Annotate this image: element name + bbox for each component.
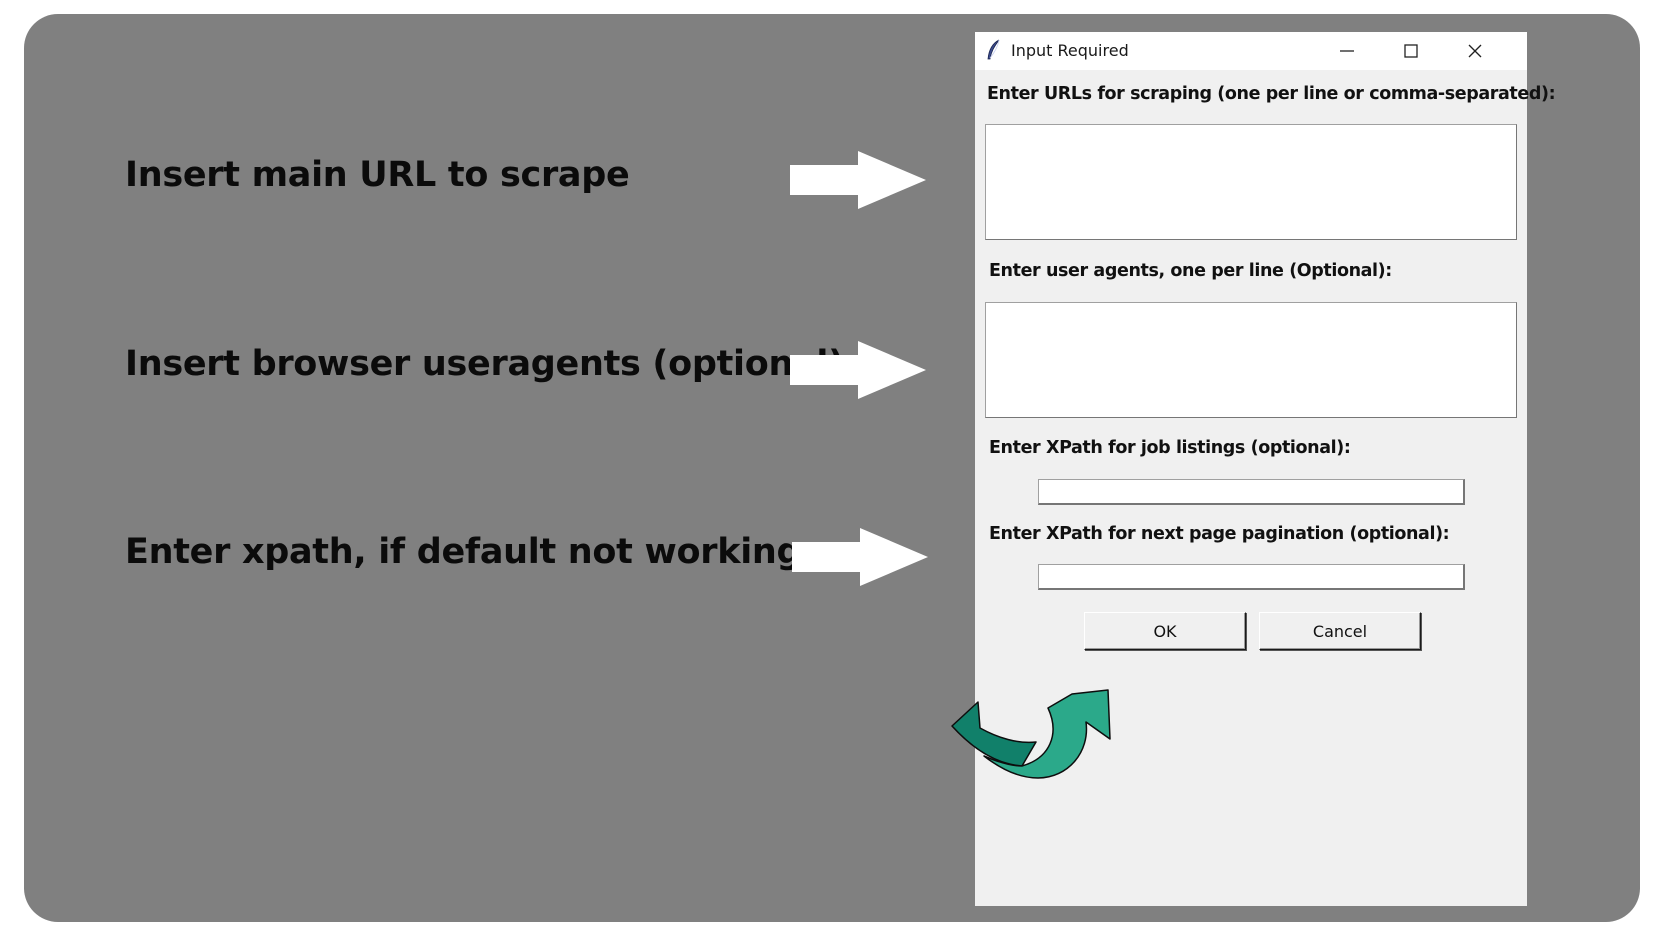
close-button[interactable] <box>1445 32 1505 70</box>
annotation-url: Insert main URL to scrape <box>125 155 630 195</box>
title-bar[interactable]: Input Required <box>975 32 1527 70</box>
next-page-xpath-input[interactable] <box>1038 564 1465 590</box>
minimize-button[interactable] <box>1317 32 1377 70</box>
right-arrow-icon <box>790 341 926 399</box>
window-title: Input Required <box>1011 41 1129 60</box>
job-xpath-input[interactable] <box>1038 479 1465 505</box>
ok-button[interactable]: OK <box>1084 612 1246 650</box>
urls-textarea[interactable] <box>985 124 1517 240</box>
maximize-button[interactable] <box>1381 32 1441 70</box>
right-arrow-icon <box>792 528 928 586</box>
next-page-xpath-label: Enter XPath for next page pagination (op… <box>989 524 1450 544</box>
job-xpath-label: Enter XPath for job listings (optional): <box>989 438 1351 458</box>
useragents-textarea[interactable] <box>985 302 1517 418</box>
curved-arrow-icon <box>951 689 1111 779</box>
annotation-useragents: Insert browser useragents (optional) <box>125 344 844 384</box>
right-arrow-icon <box>790 151 926 209</box>
annotation-xpath: Enter xpath, if default not working <box>125 532 802 572</box>
maximize-icon <box>1404 44 1418 58</box>
feather-icon <box>987 39 1000 60</box>
urls-label: Enter URLs for scraping (one per line or… <box>987 84 1556 104</box>
minimize-icon <box>1340 50 1354 52</box>
close-icon <box>1468 44 1482 58</box>
cancel-button[interactable]: Cancel <box>1259 612 1421 650</box>
useragents-label: Enter user agents, one per line (Optiona… <box>989 261 1392 281</box>
